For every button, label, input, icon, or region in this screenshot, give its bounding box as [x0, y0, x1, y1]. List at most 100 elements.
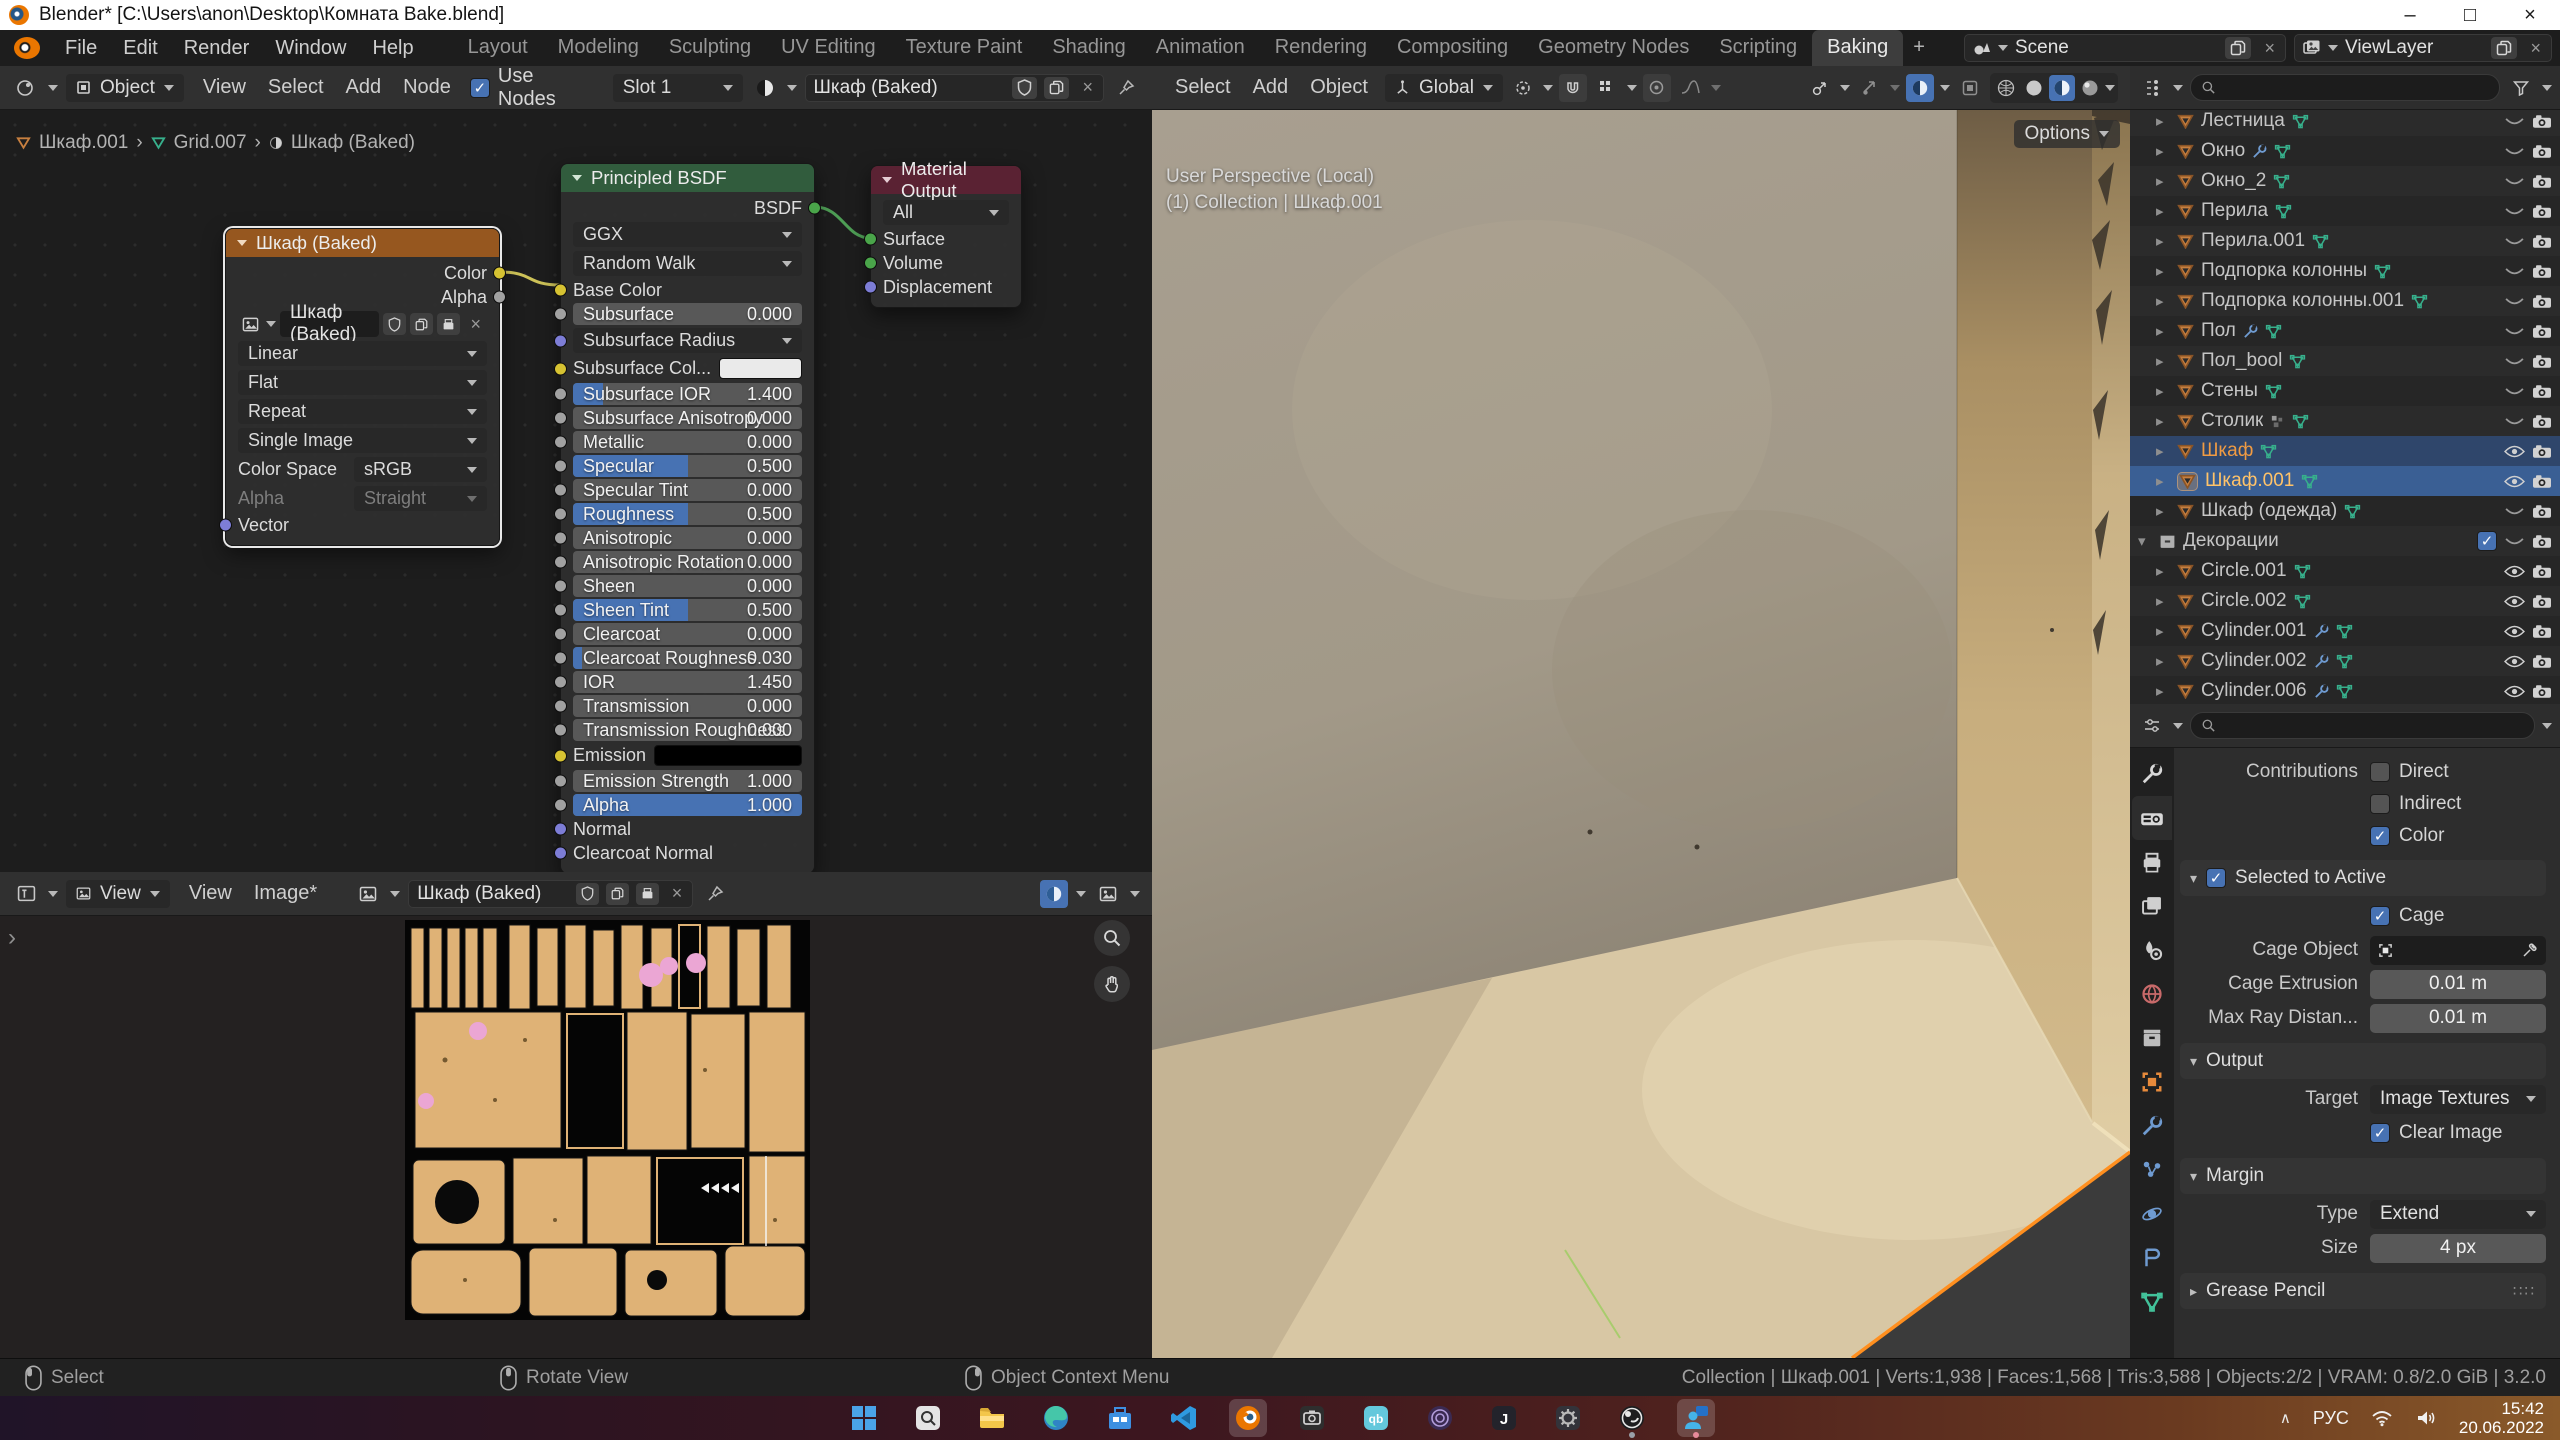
object-icon[interactable]: [2177, 174, 2194, 189]
object-icon[interactable]: [2177, 624, 2194, 639]
expand-toggle[interactable]: ▸: [2156, 142, 2170, 160]
gizmos-caret[interactable]: [1840, 85, 1850, 91]
object-icon[interactable]: [2177, 472, 2198, 491]
node-canvas[interactable]: Шкаф.001›Grid.007›Шкаф (Baked) Шкаф (Bak…: [0, 110, 1152, 872]
outliner-item-стены[interactable]: ▸Стены: [2130, 376, 2560, 406]
slider-field[interactable]: IOR1.450: [573, 671, 802, 693]
color-swatch[interactable]: [654, 745, 802, 766]
eye-closed-icon[interactable]: [2504, 235, 2525, 248]
expand-toggle[interactable]: ▸: [2156, 322, 2170, 340]
copy-material-icon[interactable]: [1044, 77, 1069, 99]
object-select-icon[interactable]: [2378, 943, 2393, 958]
editor-type-icon[interactable]: [12, 74, 40, 102]
render-visibility-camera-icon[interactable]: [2532, 204, 2552, 219]
tab-modeling[interactable]: Modeling: [543, 30, 654, 66]
eye-closed-icon[interactable]: [2504, 535, 2525, 548]
eye-open-icon[interactable]: [2504, 475, 2525, 488]
taskbar-snip-icon[interactable]: [1293, 1399, 1331, 1437]
section-grease-pencil[interactable]: ▸Grease Pencil∷∷: [2180, 1273, 2546, 1309]
modifier-wrench-icon[interactable]: [2314, 684, 2329, 699]
render-visibility-camera-icon[interactable]: [2532, 504, 2552, 519]
shading-dropdown-caret[interactable]: [2105, 85, 2115, 91]
collection-checkbox[interactable]: [2477, 531, 2497, 551]
expand-toggle[interactable]: ▸: [2156, 472, 2170, 490]
editor-type-icon[interactable]: [2138, 712, 2166, 740]
checkbox[interactable]: [2370, 906, 2390, 926]
pin-icon[interactable]: [701, 880, 729, 908]
render-visibility-camera-icon[interactable]: [2532, 444, 2552, 459]
object-icon[interactable]: [2177, 684, 2194, 699]
options-button[interactable]: Options: [2014, 120, 2120, 148]
expand-toggle[interactable]: ▸: [2156, 202, 2170, 220]
collection-icon[interactable]: [2159, 534, 2176, 549]
eye-open-icon[interactable]: [2504, 625, 2525, 638]
shading-solid-button[interactable]: [2021, 75, 2047, 101]
ggx-dropdown[interactable]: GGX: [573, 220, 802, 249]
specular-tint-slider[interactable]: Specular Tint0.000: [573, 478, 802, 502]
outliner-item-лестница[interactable]: ▸Лестница: [2130, 106, 2560, 136]
render-visibility-camera-icon[interactable]: [2532, 324, 2552, 339]
image-unlink-button[interactable]: ×: [464, 314, 487, 335]
anisotropic-slider[interactable]: Anisotropic0.000: [573, 526, 802, 550]
tab-baking[interactable]: Baking: [1812, 30, 1903, 66]
socket-dot[interactable]: [554, 799, 567, 812]
image-menu-view[interactable]: View: [178, 878, 243, 909]
editor-type-caret[interactable]: [48, 85, 58, 91]
outliner-item-шкаф[interactable]: ▸Шкаф: [2130, 436, 2560, 466]
render-visibility-camera-icon[interactable]: [2532, 654, 2552, 669]
object-icon[interactable]: [2177, 324, 2194, 339]
properties-search-input[interactable]: [2190, 712, 2535, 739]
taskbar-gear-app-icon[interactable]: [1549, 1399, 1587, 1437]
data-tab[interactable]: [2132, 1280, 2172, 1324]
object-icon[interactable]: [2177, 564, 2194, 579]
alpha-mode-row[interactable]: Alpha Straight: [238, 484, 487, 513]
image-unlink-button[interactable]: ×: [666, 883, 689, 904]
tab-texture-paint[interactable]: Texture Paint: [891, 30, 1038, 66]
image-copy-icon[interactable]: [606, 883, 629, 905]
eye-closed-icon[interactable]: [2504, 205, 2525, 218]
object-icon[interactable]: [2177, 264, 2194, 279]
expand-toggle[interactable]: ▸: [2156, 502, 2170, 520]
editor-type-caret[interactable]: [2173, 723, 2183, 729]
slot-dropdown[interactable]: Slot 1: [613, 74, 743, 102]
xray-toggle-icon[interactable]: [1956, 74, 1984, 102]
material-icon[interactable]: [751, 74, 779, 102]
object-tab[interactable]: [2132, 1060, 2172, 1104]
filter-caret[interactable]: [2542, 85, 2552, 91]
viewport-menu-add[interactable]: Add: [1242, 72, 1300, 103]
outliner-item-перила[interactable]: ▸Перила: [2130, 196, 2560, 226]
shading-preview-sphere-icon[interactable]: [1906, 74, 1934, 102]
socket-dot[interactable]: [554, 412, 567, 425]
material-browse-caret[interactable]: [787, 85, 797, 91]
slider-field[interactable]: Specular0.500: [573, 455, 802, 477]
render-visibility-camera-icon[interactable]: [2532, 534, 2552, 549]
expand-toggle[interactable]: ▸: [2156, 382, 2170, 400]
section-selected-to-active[interactable]: ▾Selected to Active: [2180, 860, 2546, 896]
image-fake-user-shield-icon[interactable]: [576, 883, 599, 905]
tab-rendering[interactable]: Rendering: [1260, 30, 1382, 66]
checkbox[interactable]: [2370, 762, 2390, 782]
expand-toggle[interactable]: ▸: [2156, 352, 2170, 370]
menu-edit[interactable]: Edit: [110, 33, 170, 64]
object-icon[interactable]: [2177, 294, 2194, 309]
sheen-slider[interactable]: Sheen0.000: [573, 574, 802, 598]
taskbar-edge-icon[interactable]: [1037, 1399, 1075, 1437]
socket-dot[interactable]: [554, 775, 567, 788]
eye-open-icon[interactable]: [2504, 595, 2525, 608]
render-visibility-camera-icon[interactable]: [2532, 474, 2552, 489]
collection-tab[interactable]: [2132, 1016, 2172, 1060]
eye-closed-icon[interactable]: [2504, 265, 2525, 278]
specular-slider[interactable]: Specular0.500: [573, 454, 802, 478]
slider-field[interactable]: Roughness0.500: [573, 503, 802, 525]
tab-layout[interactable]: Layout: [453, 30, 543, 66]
checkbox-clear-image[interactable]: Clear Image: [2370, 1117, 2503, 1149]
close-button[interactable]: ×: [2500, 0, 2560, 30]
material-datablock[interactable]: Шкаф (Baked) ×: [805, 74, 1105, 102]
snap-target-icon[interactable]: [1593, 74, 1621, 102]
checkbox[interactable]: [2370, 794, 2390, 814]
eyedropper-icon[interactable]: [2522, 942, 2538, 958]
volume-input-socket[interactable]: Volume: [883, 251, 1009, 275]
metallic-slider[interactable]: Metallic0.000: [573, 430, 802, 454]
object-icon[interactable]: [2177, 384, 2194, 399]
constraints-tab[interactable]: [2132, 1236, 2172, 1280]
